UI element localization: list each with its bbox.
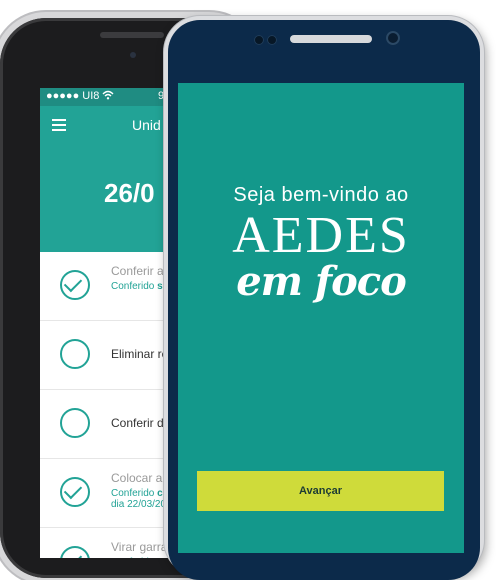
welcome-text: Seja bem-vindo ao xyxy=(233,184,409,206)
checked-circle-icon[interactable] xyxy=(60,270,90,300)
date-label: 26/0 xyxy=(104,178,155,208)
checked-circle-icon[interactable] xyxy=(60,477,90,507)
task-subtitle: dia 22/03/20 xyxy=(111,499,166,510)
back-phone-speaker xyxy=(100,32,164,38)
checked-circle-icon[interactable] xyxy=(60,546,90,558)
advance-button[interactable]: Avançar xyxy=(197,471,444,511)
task-title: Conferir de xyxy=(111,416,171,430)
task-subtitle-text: dia 22/03/20 xyxy=(111,499,167,510)
task-subtitle: Conferido co xyxy=(111,488,169,499)
task-subtitle-emphasis: co xyxy=(157,557,169,558)
task-subtitle: Conferido ser xyxy=(111,281,172,292)
task-subtitle-text: Conferido xyxy=(111,488,158,499)
task-subtitle-text: Conferido xyxy=(111,281,158,292)
task-title: Virar garra xyxy=(111,540,168,554)
check-icon xyxy=(63,549,83,558)
wifi-icon xyxy=(102,90,114,103)
unchecked-circle-icon[interactable] xyxy=(60,339,90,369)
app-bar-title: Unid xyxy=(132,117,161,133)
brand-logo-main: AEDES xyxy=(232,207,410,264)
check-icon xyxy=(63,273,83,293)
task-subtitle-text: Conferido xyxy=(111,557,157,558)
task-title: Eliminar re xyxy=(111,347,169,361)
task-subtitle: Conferido co xyxy=(111,557,169,558)
check-icon xyxy=(63,480,83,500)
front-phone-speaker xyxy=(290,35,372,43)
welcome-screen: Seja bem-vindo ao AEDES em foco Avançar xyxy=(178,83,464,553)
brand-logo-script: em foco xyxy=(236,258,407,305)
menu-icon[interactable] xyxy=(52,119,66,131)
front-sensors xyxy=(254,35,280,45)
front-camera xyxy=(386,31,400,45)
back-phone-camera xyxy=(130,52,136,58)
carrier-label: ●●●●● UI8 xyxy=(46,90,100,102)
unchecked-circle-icon[interactable] xyxy=(60,408,90,438)
task-title: Conferir at xyxy=(111,264,168,278)
